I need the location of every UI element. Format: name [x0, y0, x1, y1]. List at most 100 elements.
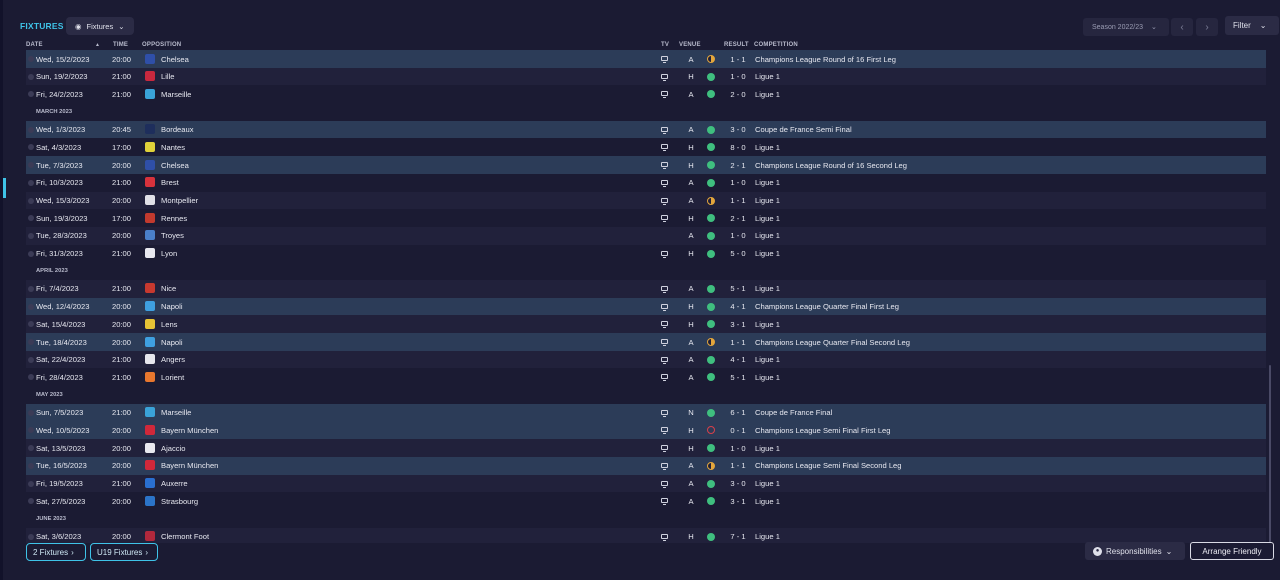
opposition-name[interactable]: Napoli: [161, 338, 183, 347]
opposition-name[interactable]: Nantes: [161, 143, 185, 152]
match-score[interactable]: 8 - 0: [727, 143, 749, 152]
fixture-row[interactable]: Wed, 12/4/2023 20:00 Napoli H 4 - 1 Champions…: [26, 297, 1266, 316]
opposition-name[interactable]: Lyon: [161, 249, 177, 258]
column-header-opposition[interactable]: OPPOSITION: [142, 42, 181, 48]
opposition-name[interactable]: Lens: [161, 320, 177, 329]
fixture-row[interactable]: Sun, 19/3/2023 17:00 Rennes H 2 - 1 Ligue 1: [26, 209, 1266, 227]
row-select-dot[interactable]: [28, 427, 34, 434]
fixture-row[interactable]: Tue, 7/3/2023 20:00 Chelsea H 2 - 1 Champions…: [26, 156, 1266, 174]
fixture-row[interactable]: Sun, 7/5/2023 21:00 Marseille N 6 - 1 Coupe d…: [26, 403, 1266, 422]
season-selector[interactable]: Season 2022/23 ⌄: [1083, 18, 1169, 36]
fixture-row[interactable]: Fri, 28/4/2023 21:00 Lorient A 5 - 1 Ligue 1: [26, 368, 1266, 386]
fixture-row[interactable]: Fri, 10/3/2023 21:00 Brest A 1 - 0 Ligue 1: [26, 174, 1266, 192]
opposition-name[interactable]: Auxerre: [161, 479, 188, 488]
fixture-row[interactable]: Fri, 24/2/2023 21:00 Marseille A 2 - 0 Ligue …: [26, 85, 1266, 103]
row-select-dot[interactable]: [28, 56, 34, 62]
fixture-row[interactable]: Sat, 27/5/2023 20:00 Strasbourg A 3 - 1 Ligue…: [26, 492, 1266, 510]
match-score[interactable]: 2 - 1: [727, 214, 749, 223]
opposition-name[interactable]: Montpellier: [161, 196, 198, 205]
row-select-dot[interactable]: [28, 197, 34, 204]
row-select-dot[interactable]: [28, 232, 34, 239]
match-score[interactable]: 6 - 1: [727, 408, 749, 417]
fixture-row[interactable]: Sun, 19/2/2023 21:00 Lille H 1 - 0 Ligue 1: [26, 67, 1266, 86]
match-score[interactable]: 3 - 0: [727, 125, 749, 134]
row-select-dot[interactable]: [28, 462, 34, 469]
opposition-name[interactable]: Marseille: [161, 408, 191, 417]
u19-fixtures-button[interactable]: U19 Fixtures ›: [90, 543, 158, 561]
row-select-dot[interactable]: [28, 91, 34, 98]
match-score[interactable]: 7 - 1: [727, 532, 749, 541]
column-header-date[interactable]: DATE: [26, 42, 43, 48]
opposition-name[interactable]: Bordeaux: [161, 125, 194, 134]
opposition-name[interactable]: Lorient: [161, 373, 184, 382]
column-header-time[interactable]: TIME: [113, 42, 128, 48]
fixture-row[interactable]: Wed, 15/3/2023 20:00 Montpellier A 1 - 1 Ligu…: [26, 191, 1266, 210]
match-score[interactable]: 5 - 1: [727, 373, 749, 382]
row-select-dot[interactable]: [28, 215, 34, 222]
fixture-row[interactable]: Wed, 15/2/2023 20:00 Chelsea A 1 - 1 Champion…: [26, 50, 1266, 68]
match-score[interactable]: 1 - 1: [727, 55, 749, 64]
opposition-name[interactable]: Rennes: [161, 214, 187, 223]
fixture-row[interactable]: Tue, 28/3/2023 20:00 Troyes A 1 - 0 Ligue 1: [26, 226, 1266, 245]
match-score[interactable]: 2 - 0: [727, 90, 749, 99]
fixture-row[interactable]: Sat, 22/4/2023 21:00 Angers A 4 - 1 Ligue 1: [26, 350, 1266, 369]
opposition-name[interactable]: Chelsea: [161, 161, 189, 170]
match-score[interactable]: 1 - 1: [727, 338, 749, 347]
fixture-row[interactable]: Wed, 1/3/2023 20:45 Bordeaux A 3 - 0 Coupe de…: [26, 120, 1266, 139]
opposition-name[interactable]: Angers: [161, 355, 185, 364]
row-select-dot[interactable]: [28, 162, 34, 169]
opposition-name[interactable]: Strasbourg: [161, 497, 198, 506]
match-score[interactable]: 1 - 0: [727, 444, 749, 453]
fixture-row[interactable]: Fri, 19/5/2023 21:00 Auxerre A 3 - 0 Ligue 1: [26, 474, 1266, 493]
opposition-name[interactable]: Napoli: [161, 302, 183, 311]
row-select-dot[interactable]: [28, 144, 34, 151]
fixture-row[interactable]: Fri, 7/4/2023 21:00 Nice A 5 - 1 Ligue 1: [26, 279, 1266, 298]
opposition-name[interactable]: Lille: [161, 72, 175, 81]
row-select-dot[interactable]: [28, 250, 34, 257]
match-score[interactable]: 2 - 1: [727, 161, 749, 170]
match-score[interactable]: 3 - 1: [727, 320, 749, 329]
match-score[interactable]: 1 - 0: [727, 178, 749, 187]
column-header-result[interactable]: RESULT: [724, 42, 749, 48]
fixture-row[interactable]: Wed, 10/5/2023 20:00 Bayern München H 0 - 1 C…: [26, 421, 1266, 440]
fixture-row[interactable]: Tue, 16/5/2023 20:00 Bayern München A 1 - 1 C…: [26, 456, 1266, 475]
fixture-row[interactable]: Sat, 4/3/2023 17:00 Nantes H 8 - 0 Ligue 1: [26, 138, 1266, 156]
match-score[interactable]: 1 - 0: [727, 231, 749, 240]
row-select-dot[interactable]: [28, 126, 34, 133]
row-select-dot[interactable]: [28, 285, 34, 292]
responsibilities-button[interactable]: ● Responsibilities ⌄: [1085, 542, 1185, 560]
fixture-row[interactable]: Tue, 18/4/2023 20:00 Napoli A 1 - 1 Champions…: [26, 333, 1266, 351]
match-score[interactable]: 5 - 0: [727, 249, 749, 258]
row-select-dot[interactable]: [28, 480, 34, 487]
opposition-name[interactable]: Troyes: [161, 231, 184, 240]
row-select-dot[interactable]: [28, 374, 34, 381]
row-select-dot[interactable]: [28, 321, 34, 328]
match-score[interactable]: 3 - 1: [727, 497, 749, 506]
opposition-name[interactable]: Brest: [161, 178, 179, 187]
previous-season-button[interactable]: ‹: [1171, 18, 1193, 36]
match-score[interactable]: 4 - 1: [727, 302, 749, 311]
opposition-name[interactable]: Bayern München: [161, 461, 218, 470]
match-score[interactable]: 4 - 1: [727, 355, 749, 364]
list-scrollbar[interactable]: [1269, 365, 1271, 543]
opposition-name[interactable]: Nice: [161, 284, 176, 293]
row-select-dot[interactable]: [28, 533, 34, 540]
fixture-row[interactable]: Sat, 13/5/2023 20:00 Ajaccio H 1 - 0 Ligue 1: [26, 439, 1266, 457]
row-select-dot[interactable]: [28, 179, 34, 186]
column-header-tv[interactable]: TV: [661, 42, 669, 48]
match-score[interactable]: 1 - 1: [727, 461, 749, 470]
match-score[interactable]: 1 - 0: [727, 72, 749, 81]
row-select-dot[interactable]: [28, 445, 34, 452]
column-header-competition[interactable]: COMPETITION: [754, 42, 798, 48]
row-select-dot[interactable]: [28, 498, 34, 505]
fixture-row[interactable]: Sat, 3/6/2023 20:00 Clermont Foot H 7 - 1 Lig…: [26, 527, 1266, 543]
opposition-name[interactable]: Marseille: [161, 90, 191, 99]
row-select-dot[interactable]: [28, 409, 34, 416]
filter-button[interactable]: Filter ⌄: [1225, 16, 1279, 35]
next-season-button[interactable]: ›: [1196, 18, 1218, 36]
fixture-row[interactable]: Sat, 15/4/2023 20:00 Lens H 3 - 1 Ligue 1: [26, 315, 1266, 333]
row-select-dot[interactable]: [28, 73, 34, 80]
opposition-name[interactable]: Clermont Foot: [161, 532, 209, 541]
row-select-dot[interactable]: [28, 303, 34, 310]
fixture-row[interactable]: Fri, 31/3/2023 21:00 Lyon H 5 - 0 Ligue 1: [26, 245, 1266, 263]
